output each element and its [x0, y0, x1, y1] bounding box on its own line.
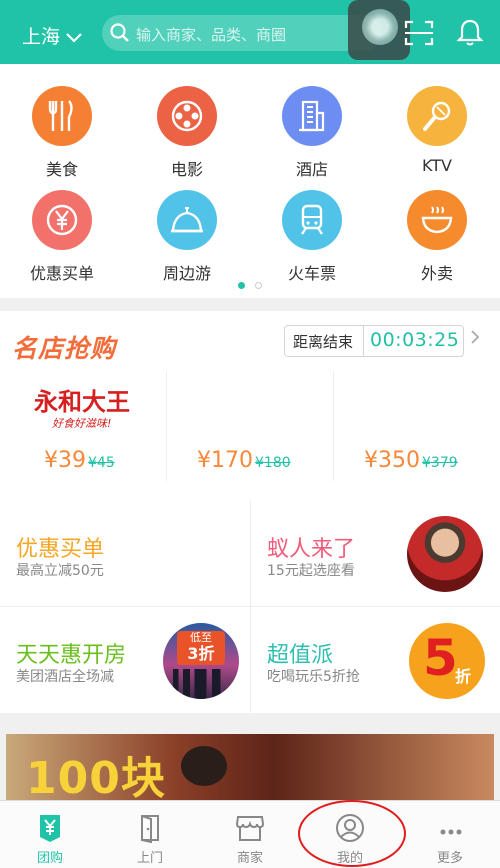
- more-icon: [440, 821, 462, 840]
- category-discount-pay[interactable]: 优惠买单: [17, 190, 107, 284]
- promo-subtitle: 美团酒店全场减: [16, 669, 114, 685]
- chevron-down-icon: [66, 26, 82, 48]
- tab-label: 商家: [236, 851, 263, 866]
- badge-number: 5: [423, 629, 458, 687]
- bowl-icon: [407, 190, 467, 250]
- countdown-box: 距离结束 00:03:25: [284, 325, 464, 357]
- flash-sale-section: 名店抢购 距离结束 00:03:25 永和大王 好食好滋味! ¥39 ¥45 ¥1…: [0, 311, 500, 501]
- deal-card-2[interactable]: ¥170 ¥180: [167, 366, 332, 486]
- film-reel-icon: [157, 86, 217, 146]
- countdown-label: 距离结束: [293, 333, 354, 351]
- category-label: KTV: [422, 156, 452, 175]
- discount-badge-bottom: 3折: [187, 644, 215, 663]
- promo-discount-pay[interactable]: 优惠买单 最高立减50元: [0, 501, 249, 606]
- deal-price: ¥170 ¥180: [197, 448, 291, 473]
- yen-coupon-icon: [32, 190, 92, 250]
- flash-sale-title: 名店抢购: [12, 334, 117, 363]
- promo-title: 天天惠开房: [16, 643, 127, 668]
- category-label: 电影: [170, 160, 203, 179]
- banner-headline: 100块: [26, 753, 166, 804]
- deal-original-price: ¥180: [255, 455, 291, 471]
- promo-banner[interactable]: 100块: [6, 734, 494, 804]
- category-nearby-travel[interactable]: 周边游: [142, 190, 232, 284]
- city-selector[interactable]: 上海: [22, 22, 82, 49]
- door-icon: [137, 813, 163, 847]
- category-label: 外卖: [420, 264, 453, 283]
- category-hotel[interactable]: 酒店: [267, 86, 357, 180]
- promo-grid: 优惠买单 最高立减50元 蚁人来了 15元起选座看 天天惠开房 美团酒店全场减 …: [0, 501, 500, 713]
- utensils-icon: [32, 86, 92, 146]
- promo-hotel[interactable]: 天天惠开房 美团酒店全场减 低至 3折: [0, 607, 249, 712]
- category-label: 优惠买单: [29, 264, 94, 283]
- tab-more[interactable]: 更多: [400, 801, 500, 868]
- badge-unit: 折: [455, 667, 472, 686]
- search-icon: [110, 23, 130, 47]
- category-label: 酒店: [295, 160, 328, 179]
- deal-card-3[interactable]: ¥350 ¥379: [334, 366, 500, 486]
- assistive-touch-button[interactable]: [348, 0, 410, 60]
- category-train-ticket[interactable]: 火车票: [267, 190, 357, 284]
- category-food[interactable]: 美食: [17, 86, 107, 180]
- category-label: 火车票: [287, 264, 336, 283]
- skyline-shape: [173, 669, 229, 699]
- deal-original-price: ¥45: [88, 455, 115, 471]
- scan-icon[interactable]: [404, 20, 434, 50]
- tab-label: 上门: [136, 851, 163, 866]
- discount-badge-top: 低至: [190, 631, 212, 644]
- city-label: 上海: [22, 26, 61, 48]
- chevron-right-icon[interactable]: [470, 329, 480, 349]
- promo-title: 蚁人来了: [267, 537, 356, 562]
- tab-group-buy[interactable]: 团购: [0, 801, 100, 868]
- deal-original-price: ¥379: [422, 455, 458, 471]
- deal-price: ¥350 ¥379: [364, 448, 458, 473]
- deal-card-1[interactable]: 永和大王 好食好滋味! ¥39 ¥45: [0, 366, 165, 486]
- promo-subtitle: 15元起选座看: [267, 563, 355, 579]
- highlight-circle-annotation: [298, 800, 406, 867]
- promo-title: 超值派: [267, 643, 334, 668]
- promo-subtitle: 最高立减50元: [16, 563, 104, 579]
- bottom-tab-bar: 团购 上门 商家 我的 更多: [0, 800, 500, 868]
- city-skyline-image: 低至 3折: [163, 623, 239, 699]
- fifty-percent-off-badge: 5 折: [409, 623, 485, 699]
- search-bar[interactable]: 输入商家、品类、商圈: [102, 15, 382, 51]
- deal-current-price: ¥350: [364, 448, 420, 473]
- noodle-bowl-icon: [181, 746, 227, 786]
- tab-merchants[interactable]: 商家: [200, 801, 300, 868]
- discount-badge: 低至 3折: [177, 631, 225, 665]
- page-indicator: [0, 282, 500, 289]
- category-movie[interactable]: 电影: [142, 86, 232, 180]
- storefront-icon: [235, 814, 265, 846]
- deal-brand-slogan: 好食好滋味!: [52, 417, 112, 430]
- tab-home-service[interactable]: 上门: [100, 801, 200, 868]
- tab-label: 团购: [36, 851, 63, 866]
- tab-label: 更多: [436, 851, 463, 866]
- microphone-icon: [407, 86, 467, 146]
- yen-tag-icon: [36, 813, 64, 847]
- search-input[interactable]: 输入商家、品类、商圈: [136, 24, 286, 45]
- promo-subtitle: 吃喝玩乐5折抢: [267, 669, 360, 685]
- top-bar: 上海 输入商家、品类、商圈: [0, 0, 500, 64]
- deal-current-price: ¥39: [44, 448, 86, 473]
- page-dot: [255, 282, 262, 289]
- promo-value-deals[interactable]: 超值派 吃喝玩乐5折抢 5 折: [251, 607, 500, 712]
- deal-current-price: ¥170: [197, 448, 253, 473]
- tent-icon: [157, 190, 217, 250]
- category-takeout[interactable]: 外卖: [392, 190, 482, 284]
- page-dot-active: [238, 282, 245, 289]
- countdown-divider: [363, 326, 364, 356]
- promo-antman[interactable]: 蚁人来了 15元起选座看: [251, 501, 500, 606]
- hotel-building-icon: [282, 86, 342, 146]
- deal-brand-logo: 永和大王: [34, 387, 130, 416]
- promo-title: 优惠买单: [16, 537, 105, 562]
- category-grid: 美食 电影 酒店 KTV 优惠买单 周边游 火车票 外卖: [0, 64, 500, 298]
- category-ktv[interactable]: KTV: [392, 86, 482, 175]
- category-label: 美食: [45, 160, 78, 179]
- category-label: 周边游: [162, 264, 211, 283]
- countdown-time: 00:03:25: [370, 329, 460, 351]
- bell-icon[interactable]: [456, 18, 484, 50]
- deal-price: ¥39 ¥45: [44, 448, 115, 473]
- train-icon: [282, 190, 342, 250]
- antman-poster-image: [407, 516, 483, 592]
